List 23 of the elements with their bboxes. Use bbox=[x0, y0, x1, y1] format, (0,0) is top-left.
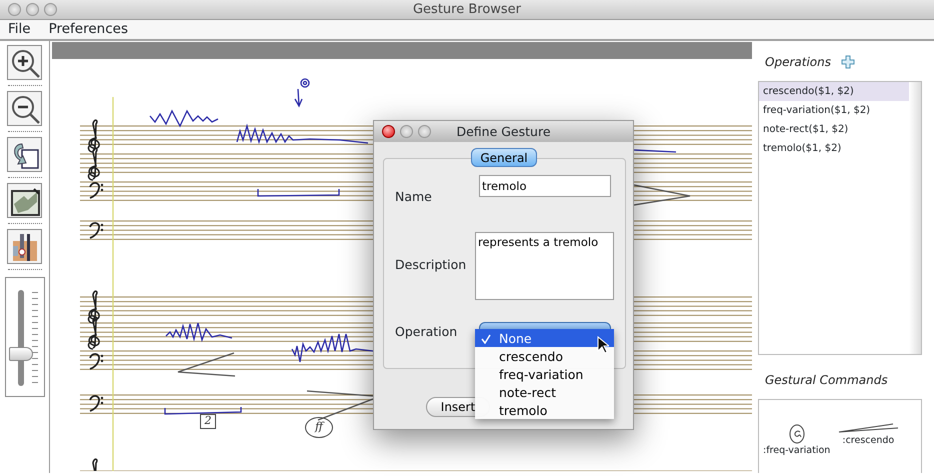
handwritten-annotation: 2 bbox=[200, 414, 216, 429]
list-item[interactable]: tremolo($1, $2) bbox=[759, 139, 909, 158]
list-item[interactable]: crescendo($1, $2) bbox=[759, 82, 909, 101]
section-title: Gestural Commands bbox=[765, 372, 888, 389]
window-title: Gesture Browser bbox=[412, 2, 522, 17]
text-area[interactable]: represents a tremolo bbox=[475, 232, 614, 300]
list-item[interactable]: note-rect($1, $2) bbox=[759, 120, 909, 139]
command-label: :freq-variation bbox=[763, 444, 830, 458]
command-label: :crescendo bbox=[842, 434, 894, 448]
input-field[interactable]: tremolo bbox=[479, 175, 611, 197]
menu-item[interactable]: None bbox=[475, 329, 614, 347]
menu-item[interactable]: Preferences bbox=[48, 19, 128, 40]
menu-item[interactable]: crescendo bbox=[475, 347, 614, 365]
list-item[interactable]: freq-variation($1, $2) bbox=[759, 101, 909, 120]
section-title: Operations bbox=[765, 54, 831, 71]
tab[interactable]: General bbox=[471, 148, 537, 167]
menu-item[interactable]: freq-variation bbox=[475, 365, 614, 383]
field-label: Operation bbox=[395, 323, 458, 341]
field-label: Description bbox=[395, 256, 466, 274]
field-label: Name bbox=[395, 188, 432, 206]
menu-item[interactable]: File bbox=[8, 19, 31, 40]
handwritten-annotation: ff bbox=[305, 417, 333, 438]
dialog-title: Define Gesture bbox=[456, 124, 551, 139]
